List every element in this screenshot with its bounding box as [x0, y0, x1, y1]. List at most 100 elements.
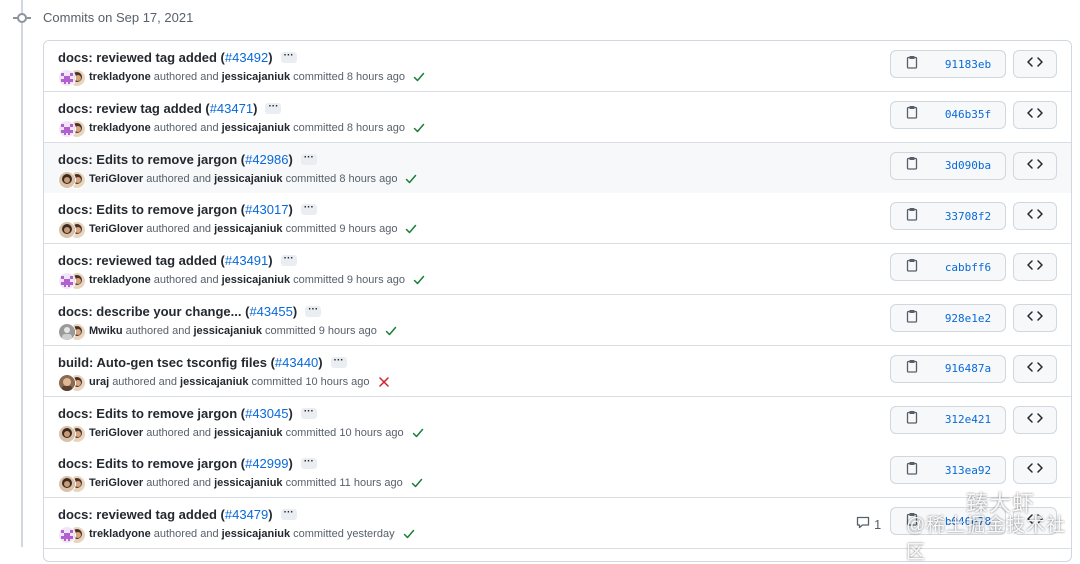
- copy-sha-button[interactable]: [890, 405, 933, 434]
- commit-title[interactable]: docs: Edits to remove jargon (#43017) ···: [58, 202, 317, 217]
- commit-message[interactable]: docs: describe your change... (: [58, 304, 249, 319]
- author-avatar[interactable]: [58, 170, 76, 189]
- copy-sha-button[interactable]: [890, 507, 933, 536]
- author-link[interactable]: TeriGlover: [89, 173, 143, 185]
- pr-link[interactable]: #43492: [225, 50, 268, 65]
- commit-title[interactable]: docs: reviewed tag added (#43492) ···: [58, 50, 297, 65]
- pr-link[interactable]: #43017: [245, 202, 288, 217]
- author-avatar[interactable]: [58, 69, 76, 87]
- pr-link[interactable]: #43471: [210, 101, 253, 116]
- commit-title[interactable]: docs: reviewed tag added (#43491) ···: [58, 253, 297, 268]
- copy-sha-button[interactable]: [890, 253, 933, 282]
- commit-title[interactable]: docs: describe your change... (#43455) ··…: [58, 304, 322, 319]
- expand-message-button[interactable]: ···: [305, 305, 322, 317]
- author-link[interactable]: trekladyone: [89, 71, 151, 83]
- commit-message[interactable]: docs: reviewed tag added (: [58, 50, 225, 65]
- commit-sha-link[interactable]: b046e78: [931, 507, 1006, 536]
- commit-message[interactable]: docs: reviewed tag added (: [58, 507, 225, 522]
- commit-title[interactable]: docs: Edits to remove jargon (#42986) ···: [58, 152, 317, 167]
- committer-link[interactable]: jessicajaniuk: [214, 427, 283, 439]
- committer-link[interactable]: jessicajaniuk: [222, 71, 291, 83]
- commit-message[interactable]: docs: reviewed tag added (: [58, 253, 225, 268]
- expand-message-button[interactable]: ···: [300, 457, 317, 470]
- avatar-stack[interactable]: [58, 220, 86, 240]
- commit-title[interactable]: docs: Edits to remove jargon (#42999) ···: [58, 456, 317, 471]
- copy-sha-button[interactable]: [890, 304, 933, 332]
- expand-message-button[interactable]: ···: [300, 406, 317, 419]
- author-link[interactable]: Mwiku: [89, 325, 123, 337]
- commit-sha-link[interactable]: 046b35f: [931, 100, 1006, 129]
- author-link[interactable]: trekladyone: [89, 528, 151, 540]
- author-link[interactable]: TeriGlover: [89, 427, 143, 439]
- avatar-stack[interactable]: [58, 119, 86, 138]
- commit-message[interactable]: docs: Edits to remove jargon (: [58, 406, 245, 421]
- avatar-stack[interactable]: [58, 271, 86, 291]
- author-avatar[interactable]: [58, 373, 76, 392]
- committer-link[interactable]: jessicajaniuk: [222, 528, 291, 540]
- commit-sha-link[interactable]: 33708f2: [931, 202, 1006, 231]
- commit-message[interactable]: docs: review tag added (: [58, 101, 210, 116]
- browse-repo-button[interactable]: [1013, 405, 1057, 434]
- copy-sha-button[interactable]: [890, 151, 933, 180]
- browse-repo-button[interactable]: [1013, 304, 1057, 332]
- check-icon[interactable]: [411, 477, 423, 489]
- x-icon[interactable]: [378, 376, 390, 388]
- author-avatar[interactable]: [58, 424, 76, 443]
- browse-repo-button[interactable]: [1013, 100, 1057, 129]
- avatar-stack[interactable]: [58, 474, 86, 494]
- pr-link[interactable]: #43440: [275, 355, 318, 370]
- commit-title[interactable]: docs: reviewed tag added (#43479) ···: [58, 507, 297, 522]
- check-icon[interactable]: [405, 223, 417, 235]
- check-icon[interactable]: [412, 427, 424, 439]
- avatar-stack[interactable]: [58, 170, 86, 189]
- commit-title[interactable]: docs: review tag added (#43471) ···: [58, 101, 282, 116]
- commit-title[interactable]: docs: Edits to remove jargon (#43045) ···: [58, 406, 317, 421]
- pr-link[interactable]: #43479: [225, 507, 268, 522]
- avatar-stack[interactable]: [58, 525, 86, 545]
- author-link[interactable]: trekladyone: [89, 122, 151, 134]
- committer-link[interactable]: jessicajaniuk: [214, 477, 283, 489]
- browse-repo-button[interactable]: [1013, 354, 1057, 383]
- comment-count[interactable]: 1: [856, 516, 881, 532]
- commit-message[interactable]: build: Auto-gen tsec tsconfig files (: [58, 355, 275, 370]
- author-link[interactable]: TeriGlover: [89, 477, 143, 489]
- author-link[interactable]: trekladyone: [89, 274, 151, 286]
- browse-repo-button[interactable]: [1013, 456, 1057, 485]
- pr-link[interactable]: #43491: [225, 253, 268, 268]
- expand-message-button[interactable]: ···: [280, 508, 297, 521]
- committer-link[interactable]: jessicajaniuk: [222, 122, 291, 134]
- committer-link[interactable]: jessicajaniuk: [214, 173, 283, 185]
- commit-sha-link[interactable]: 312e421: [931, 405, 1006, 434]
- committer-link[interactable]: jessicajaniuk: [222, 274, 291, 286]
- author-avatar[interactable]: [58, 119, 76, 138]
- browse-repo-button[interactable]: [1013, 202, 1057, 231]
- pr-link[interactable]: #43455: [249, 304, 292, 319]
- avatar-stack[interactable]: [58, 373, 86, 392]
- commit-title[interactable]: build: Auto-gen tsec tsconfig files (#43…: [58, 355, 347, 370]
- pr-link[interactable]: #43045: [245, 406, 288, 421]
- check-icon[interactable]: [405, 173, 417, 185]
- commit-sha-link[interactable]: 91183eb: [931, 50, 1006, 78]
- avatar-stack[interactable]: [58, 68, 86, 87]
- check-icon[interactable]: [413, 122, 425, 134]
- copy-sha-button[interactable]: [890, 354, 933, 383]
- pr-link[interactable]: #42986: [245, 152, 288, 167]
- avatar-stack[interactable]: [58, 424, 86, 443]
- commit-sha-link[interactable]: cabbff6: [931, 253, 1006, 282]
- avatar-stack[interactable]: [58, 322, 86, 341]
- browse-repo-button[interactable]: [1013, 50, 1057, 78]
- commit-sha-link[interactable]: 916487a: [931, 354, 1006, 383]
- browse-repo-button[interactable]: [1013, 253, 1057, 282]
- expand-message-button[interactable]: ···: [300, 152, 317, 165]
- commit-message[interactable]: docs: Edits to remove jargon (: [58, 202, 245, 217]
- commit-sha-link[interactable]: 3d090ba: [931, 151, 1006, 180]
- committer-link[interactable]: jessicajaniuk: [214, 223, 283, 235]
- expand-message-button[interactable]: ···: [330, 355, 347, 368]
- commit-sha-link[interactable]: 928e1e2: [931, 304, 1006, 332]
- expand-message-button[interactable]: ···: [265, 101, 282, 114]
- commit-sha-link[interactable]: 313ea92: [931, 456, 1006, 485]
- commit-message[interactable]: docs: Edits to remove jargon (: [58, 456, 245, 471]
- author-avatar[interactable]: [58, 323, 76, 341]
- pr-link[interactable]: #42999: [245, 456, 288, 471]
- check-icon[interactable]: [413, 274, 425, 286]
